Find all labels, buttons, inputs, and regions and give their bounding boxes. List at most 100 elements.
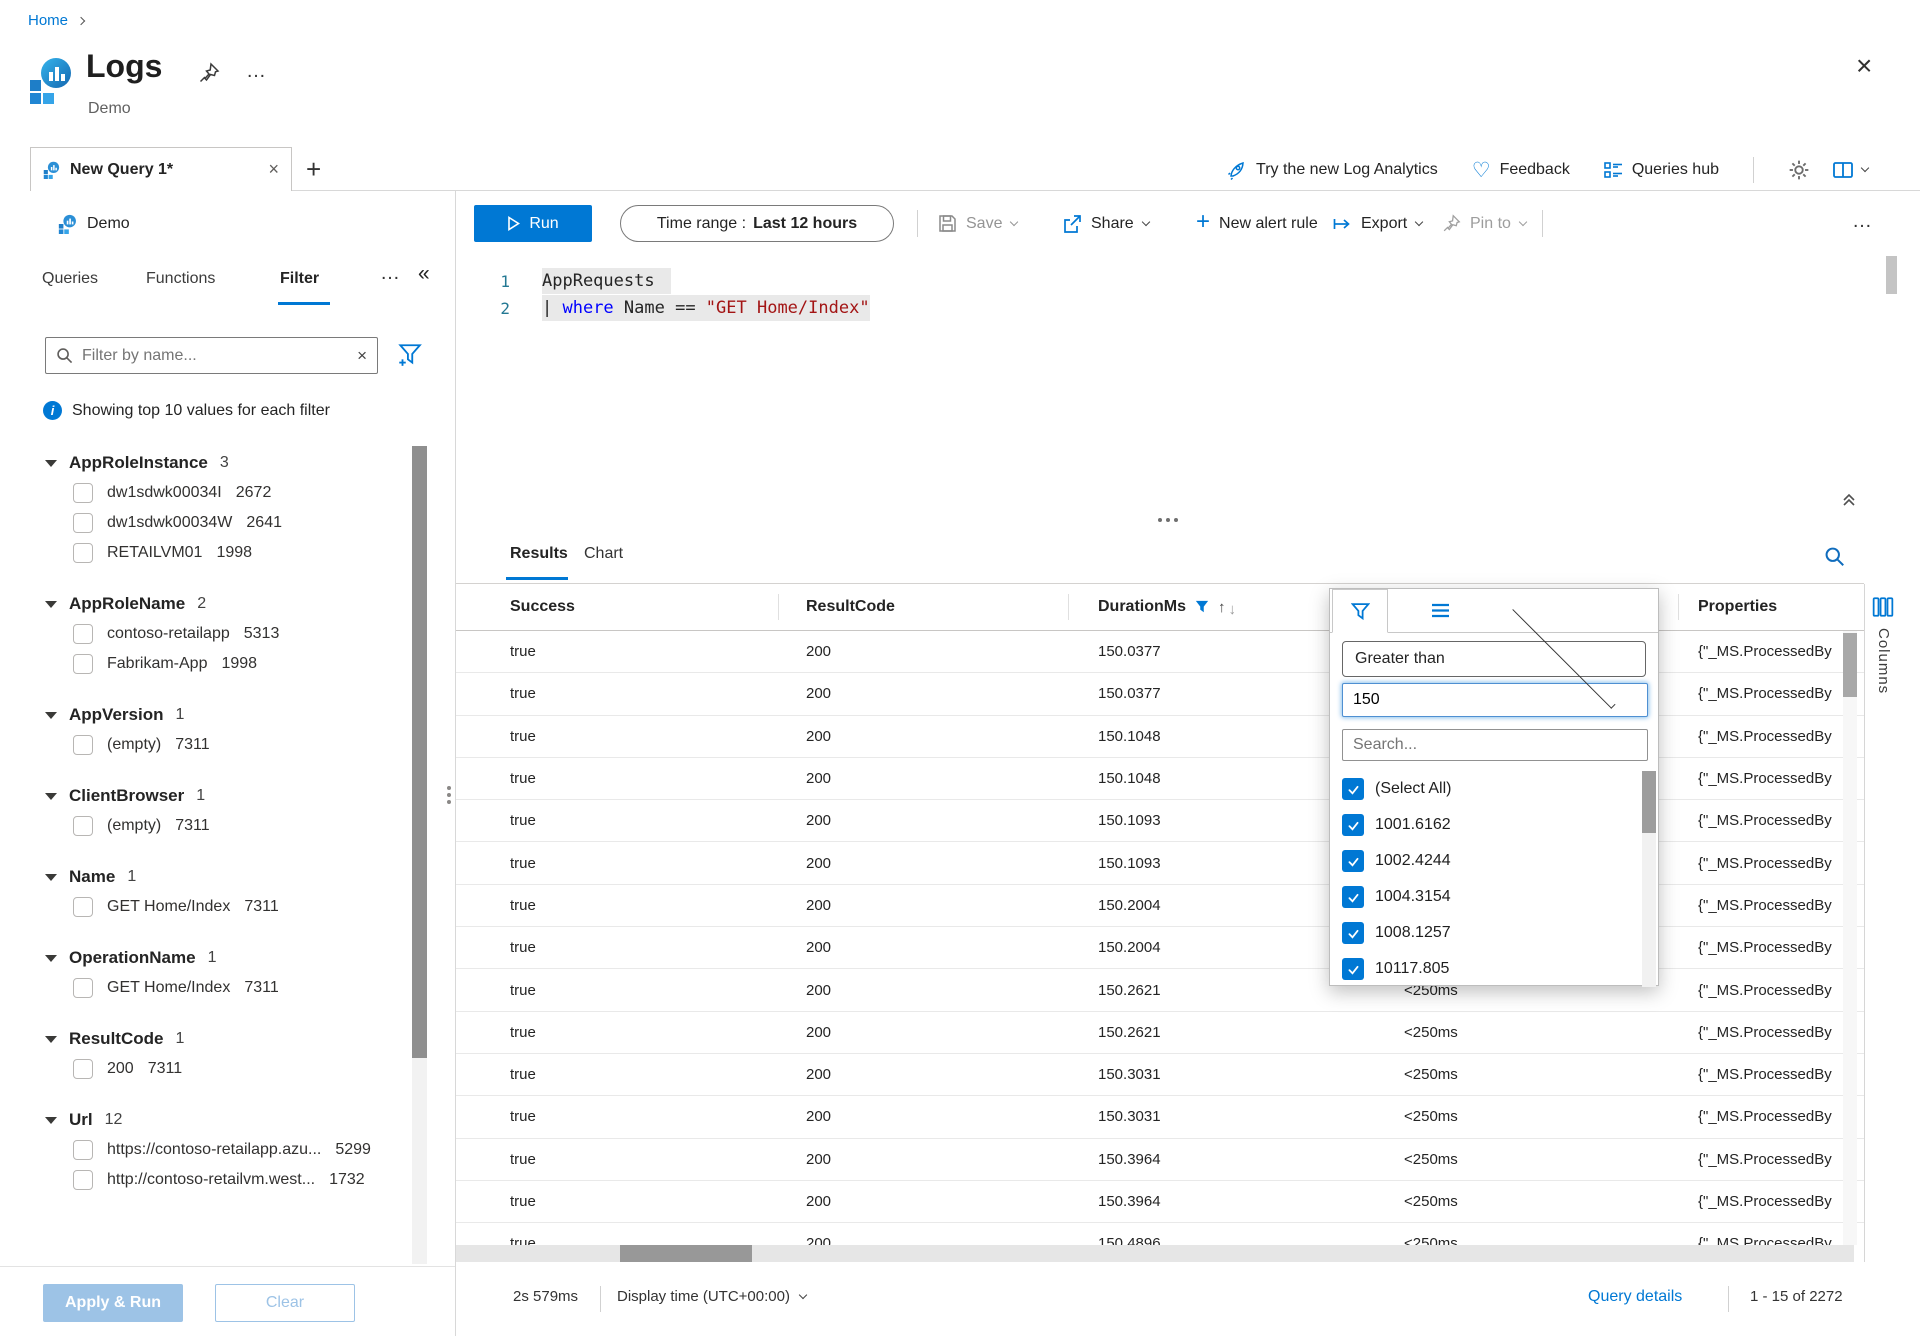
- run-button[interactable]: Run: [474, 205, 592, 242]
- sort-asc-icon[interactable]: ↑: [1218, 599, 1226, 616]
- checkbox-unchecked-icon[interactable]: [73, 897, 93, 917]
- filter-value-row[interactable]: https://contoso-retailapp.azu...5299: [73, 1135, 405, 1165]
- checkbox-unchecked-icon[interactable]: [73, 816, 93, 836]
- filter-value-row[interactable]: 2007311: [73, 1054, 405, 1084]
- gear-icon[interactable]: [1788, 159, 1810, 181]
- save-button[interactable]: Save: [938, 205, 1017, 242]
- table-row[interactable]: true 200 150.3031 <250ms {"_MS.Processed…: [456, 1054, 1864, 1096]
- checkbox-checked-icon[interactable]: [1342, 814, 1364, 836]
- filter-option[interactable]: 1004.3154: [1330, 879, 1658, 915]
- apply-run-button[interactable]: Apply & Run: [43, 1284, 183, 1322]
- pin-blade-icon[interactable]: [198, 62, 220, 89]
- checkbox-checked-icon[interactable]: [1342, 850, 1364, 872]
- filter-value-row[interactable]: http://contoso-retailvm.west...1732: [73, 1165, 405, 1195]
- query-tab[interactable]: New Query 1* ×: [30, 147, 292, 191]
- checkbox-checked-icon[interactable]: [1342, 778, 1364, 800]
- checkbox-unchecked-icon[interactable]: [73, 1059, 93, 1079]
- filter-value-row[interactable]: GET Home/Index7311: [73, 892, 405, 922]
- table-row[interactable]: true 200 150.4896 <250ms {"_MS.Processed…: [456, 1223, 1864, 1245]
- filter-group-header[interactable]: OperationName 1: [45, 943, 405, 973]
- sidebar-tab-queries[interactable]: Queries: [42, 270, 98, 288]
- toolbar-ellipsis-button[interactable]: …: [1852, 210, 1874, 233]
- filter-group-header[interactable]: Name 1: [45, 862, 405, 892]
- filter-value-row[interactable]: Fabrikam-App1998: [73, 649, 405, 679]
- filter-group-header[interactable]: ClientBrowser 1: [45, 781, 405, 811]
- sidebar-tab-filter[interactable]: Filter: [280, 270, 319, 288]
- filter-option[interactable]: 10117.805: [1330, 951, 1658, 987]
- column-header-success[interactable]: Success: [510, 598, 806, 616]
- clear-search-icon[interactable]: ×: [357, 346, 367, 366]
- tab-chart[interactable]: Chart: [584, 545, 623, 563]
- checkbox-unchecked-icon[interactable]: [73, 1170, 93, 1190]
- checkbox-unchecked-icon[interactable]: [73, 543, 93, 563]
- feedback-button[interactable]: ♡ Feedback: [1472, 158, 1570, 183]
- checkbox-checked-icon[interactable]: [1342, 958, 1364, 980]
- filter-value-row[interactable]: (empty)7311: [73, 730, 405, 760]
- popup-scrollbar[interactable]: [1642, 771, 1656, 987]
- display-time-dropdown[interactable]: Display time (UTC+00:00): [617, 1288, 806, 1305]
- add-filter-funnel-icon[interactable]: [396, 342, 422, 373]
- queries-hub-button[interactable]: Queries hub: [1604, 161, 1719, 180]
- blade-ellipsis-button[interactable]: …: [246, 60, 268, 83]
- table-horizontal-scrollbar[interactable]: [456, 1245, 1854, 1262]
- columns-panel-label[interactable]: Columns: [1875, 628, 1892, 694]
- filter-value-row[interactable]: contoso-retailapp5313: [73, 619, 405, 649]
- try-new-log-analytics-button[interactable]: Try the new Log Analytics: [1227, 160, 1438, 180]
- table-vertical-scrollbar[interactable]: [1843, 631, 1857, 1245]
- column-header-resultcode[interactable]: ResultCode: [806, 598, 1098, 616]
- filter-value-row[interactable]: (empty)7311: [73, 811, 405, 841]
- export-button[interactable]: Export: [1332, 205, 1422, 242]
- new-alert-rule-button[interactable]: + New alert rule: [1196, 205, 1318, 242]
- editor-line-1[interactable]: 1 AppRequests: [456, 267, 671, 295]
- workspace-layout-button[interactable]: [1832, 160, 1868, 180]
- filter-value-row[interactable]: dw1sdwk00034W2641: [73, 508, 405, 538]
- filter-search-input[interactable]: [82, 347, 348, 365]
- filter-value-row[interactable]: RETAILVM011998: [73, 538, 405, 568]
- close-blade-icon[interactable]: ×: [1856, 50, 1872, 82]
- table-row[interactable]: true 200 150.3964 <250ms {"_MS.Processed…: [456, 1181, 1864, 1223]
- checkbox-unchecked-icon[interactable]: [73, 1140, 93, 1160]
- scope-selector[interactable]: Demo: [58, 205, 130, 242]
- collapse-sidebar-icon[interactable]: «: [418, 262, 430, 286]
- editor-scrollbar[interactable]: [1886, 256, 1897, 294]
- sidebar-tab-functions[interactable]: Functions: [146, 270, 215, 288]
- filter-option[interactable]: 1001.6162: [1330, 807, 1658, 843]
- share-button[interactable]: Share: [1062, 205, 1149, 242]
- checkbox-unchecked-icon[interactable]: [73, 978, 93, 998]
- sort-desc-icon[interactable]: ↓: [1229, 601, 1237, 618]
- filter-value-row[interactable]: dw1sdwk00034I2672: [73, 478, 405, 508]
- query-details-link[interactable]: Query details: [1588, 1288, 1682, 1306]
- checkbox-unchecked-icon[interactable]: [73, 624, 93, 644]
- table-row[interactable]: true 200 150.3031 <250ms {"_MS.Processed…: [456, 1096, 1864, 1138]
- time-range-picker[interactable]: Time range : Last 12 hours: [620, 205, 894, 242]
- filter-option[interactable]: 1002.4244: [1330, 843, 1658, 879]
- filter-option[interactable]: (Select All): [1330, 771, 1658, 807]
- pin-to-button[interactable]: Pin to: [1442, 205, 1526, 242]
- filter-group-header[interactable]: AppRoleInstance 3: [45, 448, 405, 478]
- checkbox-unchecked-icon[interactable]: [73, 513, 93, 533]
- sidebar-scrollbar[interactable]: [412, 446, 427, 1264]
- filter-funnel-active-icon[interactable]: [1195, 600, 1209, 614]
- filter-group-header[interactable]: AppRoleName 2: [45, 589, 405, 619]
- checkbox-checked-icon[interactable]: [1342, 886, 1364, 908]
- checkbox-unchecked-icon[interactable]: [73, 735, 93, 755]
- filter-group-header[interactable]: AppVersion 1: [45, 700, 405, 730]
- collapse-editor-icon[interactable]: [1840, 490, 1858, 513]
- column-header-properties[interactable]: Properties: [1698, 598, 1864, 616]
- add-tab-button[interactable]: +: [306, 154, 321, 185]
- clear-button[interactable]: Clear: [215, 1284, 355, 1322]
- search-results-icon[interactable]: [1824, 546, 1845, 572]
- filter-group-header[interactable]: ResultCode 1: [45, 1024, 405, 1054]
- checkbox-unchecked-icon[interactable]: [73, 483, 93, 503]
- editor-line-2[interactable]: 2 | where Name == "GET Home/Index": [456, 294, 870, 322]
- columns-panel-icon[interactable]: [1872, 596, 1894, 623]
- filter-group-header[interactable]: Url 12: [45, 1105, 405, 1135]
- checkbox-unchecked-icon[interactable]: [73, 654, 93, 674]
- sidebar-ellipsis-button[interactable]: …: [380, 262, 402, 285]
- popup-tab-filter[interactable]: [1332, 589, 1388, 633]
- tab-results[interactable]: Results: [510, 545, 568, 563]
- filter-option[interactable]: 1008.1257: [1330, 915, 1658, 951]
- checkbox-checked-icon[interactable]: [1342, 922, 1364, 944]
- close-tab-icon[interactable]: ×: [268, 159, 279, 180]
- panel-resize-handle[interactable]: [447, 786, 451, 790]
